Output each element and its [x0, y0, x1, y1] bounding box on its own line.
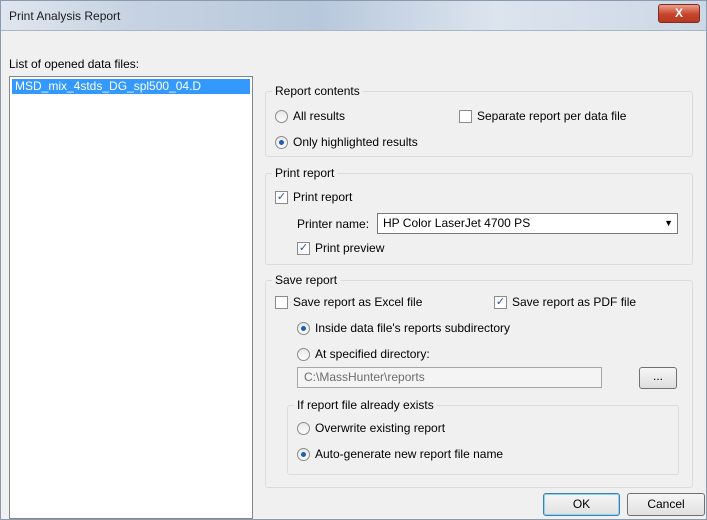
radio-icon	[275, 109, 288, 123]
title-bar[interactable]: Print Analysis Report X	[1, 1, 706, 31]
file-exists-title: If report file already exists	[294, 398, 437, 412]
directory-value: C:\MassHunter\reports	[304, 370, 425, 384]
directory-input[interactable]: C:\MassHunter\reports	[297, 367, 602, 388]
chevron-down-icon: ▼	[664, 218, 673, 228]
print-analysis-report-dialog: Print Analysis Report X List of opened d…	[0, 0, 707, 520]
separate-report-label: Separate report per data file	[477, 109, 627, 123]
data-files-list[interactable]: MSD_mix_4stds_DG_spl500_04.D	[9, 76, 253, 519]
printer-name-label: Printer name:	[297, 217, 370, 231]
window-title: Print Analysis Report	[9, 9, 121, 23]
checkmark-icon: ✓	[297, 241, 310, 255]
save-pdf-checkbox[interactable]: ✓ Save report as PDF file	[494, 295, 636, 309]
print-report-label: Print report	[293, 190, 353, 204]
inside-subdirectory-radio[interactable]: Inside data file's reports subdirectory	[297, 321, 510, 335]
all-results-radio[interactable]: All results	[275, 109, 345, 123]
print-report-checkbox[interactable]: ✓ Print report	[275, 190, 352, 204]
ok-label: OK	[572, 497, 591, 511]
printer-name-select[interactable]: HP Color LaserJet 4700 PS ▼	[377, 213, 678, 234]
radio-icon	[297, 421, 310, 435]
save-excel-checkbox[interactable]: Save report as Excel file	[275, 295, 422, 309]
print-preview-checkbox[interactable]: ✓ Print preview	[297, 241, 384, 255]
radio-selected-icon	[297, 447, 310, 461]
checkmark-icon: ✓	[275, 190, 288, 204]
print-preview-label: Print preview	[315, 241, 385, 255]
checkbox-icon	[275, 295, 288, 309]
radio-selected-icon	[297, 321, 310, 335]
inside-subdirectory-label: Inside data file's reports subdirectory	[315, 321, 511, 335]
ok-button[interactable]: OK	[543, 493, 620, 516]
autogenerate-label: Auto-generate new report file name	[315, 447, 504, 461]
cancel-label: Cancel	[647, 497, 685, 511]
checkmark-icon: ✓	[494, 295, 507, 309]
printer-name-value: HP Color LaserJet 4700 PS	[383, 216, 531, 230]
radio-selected-icon	[275, 135, 288, 149]
specified-directory-label: At specified directory:	[315, 347, 430, 361]
overwrite-radio[interactable]: Overwrite existing report	[297, 421, 445, 435]
checkbox-icon	[459, 109, 472, 123]
only-highlighted-label: Only highlighted results	[293, 135, 418, 149]
save-report-title: Save report	[272, 273, 341, 287]
radio-icon	[297, 347, 310, 361]
browse-button[interactable]: ...	[639, 367, 677, 389]
data-files-label: List of opened data files:	[9, 57, 140, 71]
print-report-title: Print report	[272, 166, 338, 180]
specified-directory-radio[interactable]: At specified directory:	[297, 347, 430, 361]
file-exists-group: If report file already exists	[287, 398, 679, 475]
report-contents-title: Report contents	[272, 84, 363, 98]
all-results-label: All results	[293, 109, 346, 123]
cancel-button[interactable]: Cancel	[627, 493, 705, 516]
save-pdf-label: Save report as PDF file	[512, 295, 637, 309]
list-item[interactable]: MSD_mix_4stds_DG_spl500_04.D	[12, 79, 250, 94]
close-button[interactable]: X	[658, 4, 700, 23]
autogenerate-radio[interactable]: Auto-generate new report file name	[297, 447, 503, 461]
close-icon: X	[674, 6, 683, 20]
only-highlighted-radio[interactable]: Only highlighted results	[275, 135, 418, 149]
overwrite-label: Overwrite existing report	[315, 421, 446, 435]
ellipsis-icon: ...	[652, 369, 663, 383]
separate-report-checkbox[interactable]: Separate report per data file	[459, 109, 626, 123]
save-excel-label: Save report as Excel file	[293, 295, 423, 309]
